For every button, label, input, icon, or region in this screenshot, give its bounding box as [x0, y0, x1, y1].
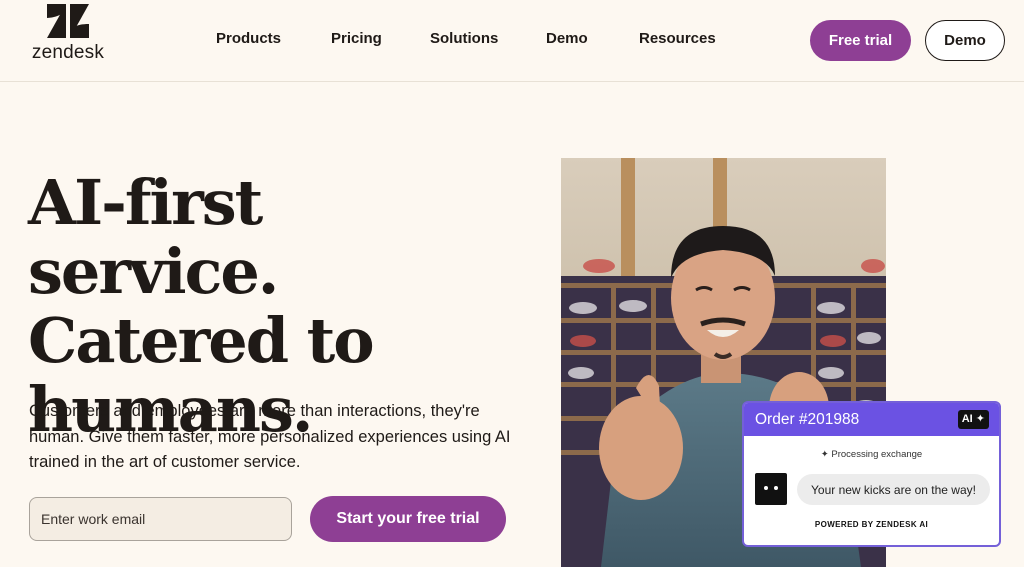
nav-products[interactable]: Products	[216, 30, 281, 47]
ai-badge-label: AI	[961, 413, 973, 425]
order-chat-card: Order #201988 AI ✦ ✦ Processing exchange…	[742, 401, 1001, 547]
hero-subtitle: Customers and employees are more than in…	[29, 402, 511, 471]
processing-status: ✦ Processing exchange	[744, 449, 999, 460]
nav-demo[interactable]: Demo	[546, 30, 588, 47]
demo-button[interactable]: Demo	[925, 20, 1005, 61]
zendesk-logo[interactable]: zendesk	[28, 4, 108, 63]
hero-title-line-1: AI-first service.	[28, 166, 279, 308]
nav-solutions[interactable]: Solutions	[430, 30, 498, 47]
sparkle-icon: ✦	[975, 413, 985, 425]
start-free-trial-button[interactable]: Start your free trial	[310, 496, 506, 542]
sparkle-icon: ✦	[820, 449, 829, 460]
hero-title-line-2: Catered to	[28, 304, 375, 377]
ai-badge: AI ✦	[957, 410, 989, 429]
work-email-input[interactable]	[29, 497, 292, 541]
bot-eye	[764, 486, 768, 490]
nav-pricing[interactable]: Pricing	[331, 30, 382, 47]
nav-resources[interactable]: Resources	[639, 30, 716, 47]
logo-text: zendesk	[31, 42, 105, 63]
order-title: Order #201988	[755, 411, 860, 428]
bot-avatar-icon	[755, 473, 787, 505]
chat-message-bubble: Your new kicks are on the way!	[797, 474, 990, 505]
site-header: zendesk Products Pricing Solutions Demo …	[0, 0, 1024, 82]
bot-eye	[774, 486, 778, 490]
free-trial-button[interactable]: Free trial	[810, 20, 911, 61]
powered-by-label: POWERED BY ZENDESK AI	[814, 520, 929, 529]
card-header: Order #201988 AI ✦	[744, 403, 999, 436]
processing-text: Processing exchange	[831, 449, 923, 460]
zendesk-logo-icon	[47, 4, 89, 38]
